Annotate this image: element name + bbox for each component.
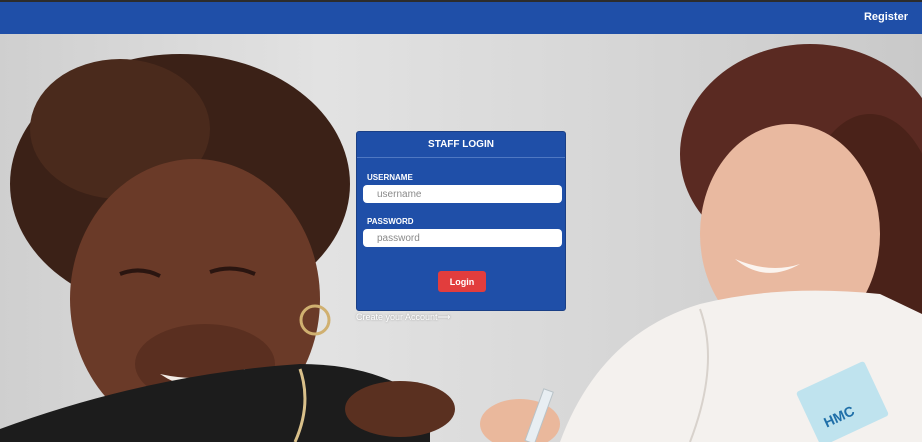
register-link[interactable]: Register bbox=[864, 11, 908, 23]
login-button[interactable]: Login bbox=[438, 271, 486, 292]
login-title: STAFF LOGIN bbox=[357, 132, 565, 158]
password-input[interactable] bbox=[363, 229, 562, 247]
username-label: USERNAME bbox=[367, 173, 413, 182]
top-nav-bar: Register bbox=[0, 0, 922, 34]
staff-login-card: STAFF LOGIN USERNAME PASSWORD Login bbox=[356, 131, 566, 311]
create-account-link[interactable]: Create your Account⟶ bbox=[356, 312, 450, 323]
password-label: PASSWORD bbox=[367, 217, 414, 226]
username-input[interactable] bbox=[363, 185, 562, 203]
